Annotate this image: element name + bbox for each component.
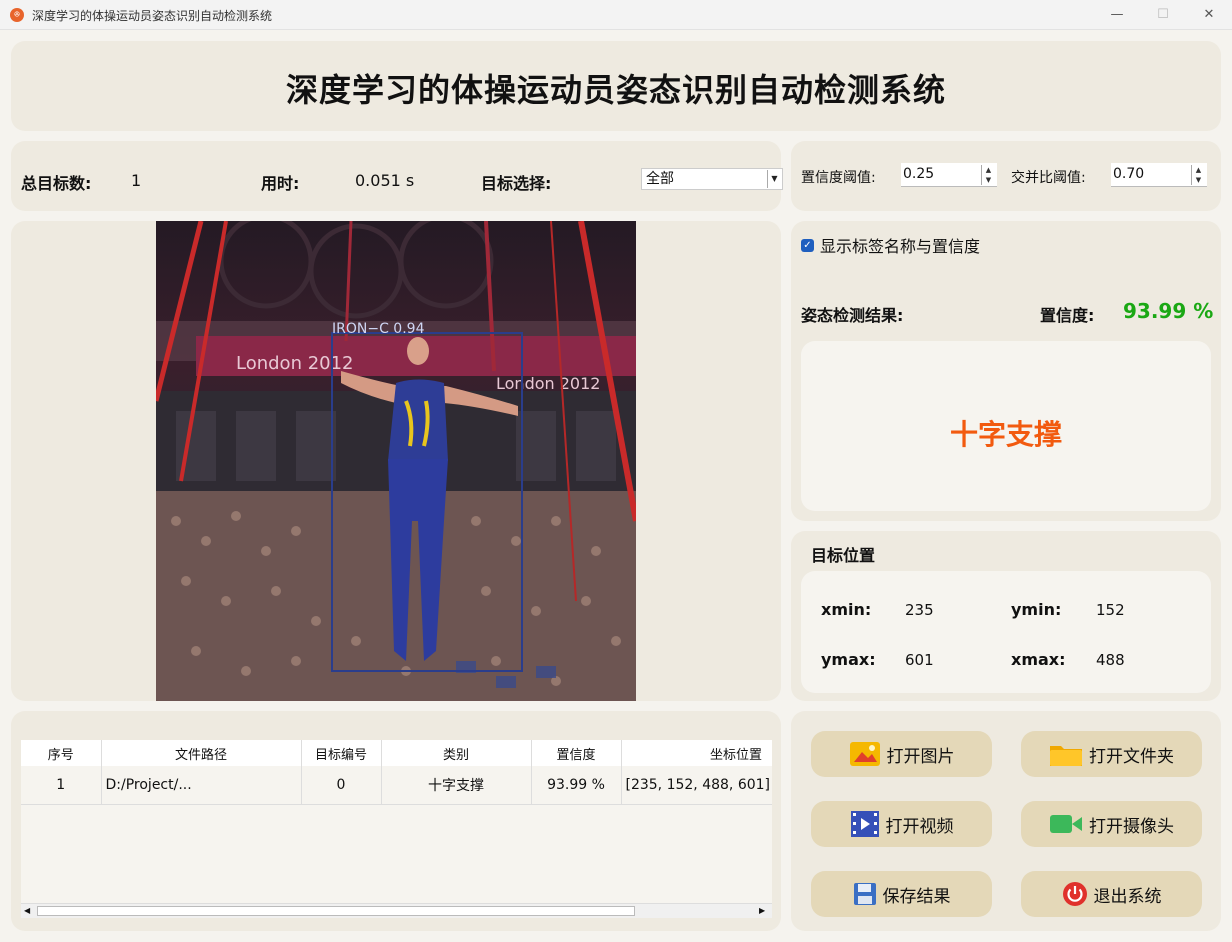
scroll-left-icon[interactable]: ◀ bbox=[24, 906, 30, 915]
header-panel: 深度学习的体操运动员姿态识别自动检测系统 bbox=[11, 41, 1221, 131]
header-target-id[interactable]: 目标编号 bbox=[301, 740, 382, 766]
threshold-panel: 置信度阈值: 0.25 ▲ ▼ 交并比阈值: 0.70 ▲ ▼ bbox=[791, 141, 1221, 211]
banner-text-right: London 2012 bbox=[496, 374, 600, 393]
iou-threshold-label: 交并比阈值: bbox=[1011, 170, 1086, 186]
open-image-button[interactable]: 打开图片 bbox=[811, 731, 992, 777]
open-image-label: 打开图片 bbox=[886, 746, 955, 767]
cell-coordinates[interactable]: [235, 152, 488, 601] bbox=[621, 766, 772, 805]
iou-threshold-spinbox[interactable]: 0.70 ▲ ▼ bbox=[1111, 163, 1207, 187]
open-folder-label: 打开文件夹 bbox=[1089, 746, 1174, 767]
maximize-button[interactable]: ☐ bbox=[1140, 0, 1186, 30]
target-select-value: 全部 bbox=[646, 171, 674, 187]
conf-threshold-spinbox[interactable]: 0.25 ▲ ▼ bbox=[901, 163, 997, 187]
banner-text-left: London 2012 bbox=[236, 353, 354, 374]
ymin-label: ymin: bbox=[1011, 600, 1062, 619]
spin-arrows-icon[interactable]: ▲ ▼ bbox=[981, 165, 995, 185]
page-title: 深度学习的体操运动员姿态识别自动检测系统 bbox=[285, 71, 946, 109]
app-logo-icon: ꔮ bbox=[10, 8, 24, 22]
cell-file-path[interactable]: D:/Project/... bbox=[101, 766, 302, 805]
cell-class[interactable]: 十字支撑 bbox=[381, 766, 532, 805]
image-icon bbox=[849, 742, 880, 766]
ymin-value: 152 bbox=[1096, 601, 1125, 619]
confidence-label: 置信度: bbox=[1040, 306, 1095, 325]
position-title: 目标位置 bbox=[811, 546, 876, 565]
time-value: 0.051 s bbox=[355, 171, 415, 190]
confidence-value: 93.99 % bbox=[1123, 299, 1214, 323]
open-camera-button[interactable]: 打开摄像头 bbox=[1021, 801, 1202, 847]
open-video-label: 打开视频 bbox=[885, 816, 954, 837]
window-title: 深度学习的体操运动员姿态识别自动检测系统 bbox=[32, 9, 273, 23]
camera-icon bbox=[1050, 815, 1082, 833]
video-icon bbox=[850, 811, 879, 837]
folder-icon bbox=[1050, 746, 1082, 766]
open-camera-label: 打开摄像头 bbox=[1089, 816, 1174, 837]
scrollbar-thumb[interactable] bbox=[37, 906, 635, 916]
header-class[interactable]: 类别 bbox=[381, 740, 532, 766]
exit-system-label: 退出系统 bbox=[1093, 886, 1162, 907]
table-header-row: 序号 文件路径 目标编号 类别 置信度 坐标位置 bbox=[21, 740, 772, 766]
table-row[interactable]: 1 D:/Project/... 0 十字支撑 93.99 % [235, 15… bbox=[21, 766, 772, 805]
checkbox-checked-icon[interactable]: ✓ bbox=[801, 238, 814, 252]
cell-index[interactable]: 1 bbox=[21, 766, 102, 805]
save-result-button[interactable]: 保存结果 bbox=[811, 871, 992, 917]
show-label-text: 显示标签名称与置信度 bbox=[820, 237, 981, 256]
header-coordinates[interactable]: 坐标位置 bbox=[621, 740, 772, 766]
xmax-label: xmax: bbox=[1011, 650, 1066, 669]
detection-image: London 2012 London 2012 IRON−C 0.94 bbox=[156, 221, 636, 701]
header-file-path[interactable]: 文件路径 bbox=[101, 740, 302, 766]
save-disk-icon bbox=[853, 883, 876, 905]
total-targets-label: 总目标数: bbox=[21, 174, 92, 193]
total-targets-value: 1 bbox=[131, 171, 142, 190]
ymax-value: 601 bbox=[905, 651, 934, 669]
header-index[interactable]: 序号 bbox=[21, 740, 102, 766]
stats-panel: 总目标数: 1 用时: 0.051 s 目标选择: 全部 ▼ bbox=[11, 141, 783, 211]
conf-threshold-value: 0.25 bbox=[903, 166, 935, 182]
results-table-container: 序号 文件路径 目标编号 类别 置信度 坐标位置 1 D:/Project/..… bbox=[21, 740, 772, 918]
position-values-box: xmin: 235 ymin: 152 ymax: 601 xmax: 488 bbox=[801, 571, 1211, 693]
xmin-label: xmin: bbox=[821, 600, 872, 619]
cell-confidence[interactable]: 93.99 % bbox=[531, 766, 622, 805]
open-folder-button[interactable]: 打开文件夹 bbox=[1021, 731, 1202, 777]
results-table: 序号 文件路径 目标编号 类别 置信度 坐标位置 1 D:/Project/..… bbox=[21, 740, 772, 805]
exit-system-button[interactable]: 退出系统 bbox=[1021, 871, 1202, 917]
pose-class-box: 十字支撑 bbox=[801, 341, 1211, 511]
results-table-panel: 序号 文件路径 目标编号 类别 置信度 坐标位置 1 D:/Project/..… bbox=[11, 711, 781, 931]
target-select-dropdown[interactable]: 全部 ▼ bbox=[641, 168, 783, 190]
detection-box-label: IRON−C 0.94 bbox=[332, 321, 425, 337]
scroll-right-icon[interactable]: ▶ bbox=[759, 906, 765, 915]
iou-threshold-value: 0.70 bbox=[1113, 166, 1145, 182]
spin-arrows-icon[interactable]: ▲ ▼ bbox=[1191, 165, 1205, 185]
position-panel: 目标位置 xmin: 235 ymin: 152 ymax: 601 xmax:… bbox=[791, 531, 1221, 701]
pose-result-label: 姿态检测结果: bbox=[801, 306, 904, 325]
cell-target-id[interactable]: 0 bbox=[301, 766, 382, 805]
chevron-down-icon[interactable]: ▼ bbox=[767, 170, 781, 188]
close-button[interactable]: ✕ bbox=[1186, 0, 1232, 30]
action-buttons-panel: 打开图片 打开文件夹 打开视频 打开摄像头 保存结果 退出系统 bbox=[791, 711, 1221, 931]
xmax-value: 488 bbox=[1096, 651, 1125, 669]
pose-class-name: 十字支撑 bbox=[949, 418, 1062, 451]
window-titlebar: ꔮ 深度学习的体操运动员姿态识别自动检测系统 — ☐ ✕ bbox=[0, 0, 1232, 30]
conf-threshold-label: 置信度阈值: bbox=[801, 170, 876, 186]
header-confidence[interactable]: 置信度 bbox=[531, 740, 622, 766]
target-select-label: 目标选择: bbox=[481, 174, 552, 193]
result-panel: ✓ 显示标签名称与置信度 姿态检测结果: 置信度: 93.99 % 十字支撑 bbox=[791, 221, 1221, 521]
power-icon bbox=[1062, 882, 1087, 906]
gymnast-scene-image: London 2012 London 2012 IRON−C 0.94 bbox=[156, 221, 636, 701]
horizontal-scrollbar[interactable]: ◀ ▶ bbox=[21, 903, 772, 918]
ymax-label: ymax: bbox=[821, 650, 876, 669]
xmin-value: 235 bbox=[905, 601, 934, 619]
open-video-button[interactable]: 打开视频 bbox=[811, 801, 992, 847]
save-result-label: 保存结果 bbox=[882, 886, 951, 907]
time-label: 用时: bbox=[261, 174, 300, 193]
minimize-button[interactable]: — bbox=[1094, 0, 1140, 30]
image-panel: London 2012 London 2012 IRON−C 0.94 bbox=[11, 221, 781, 701]
show-label-checkbox[interactable]: ✓ 显示标签名称与置信度 bbox=[801, 233, 980, 257]
